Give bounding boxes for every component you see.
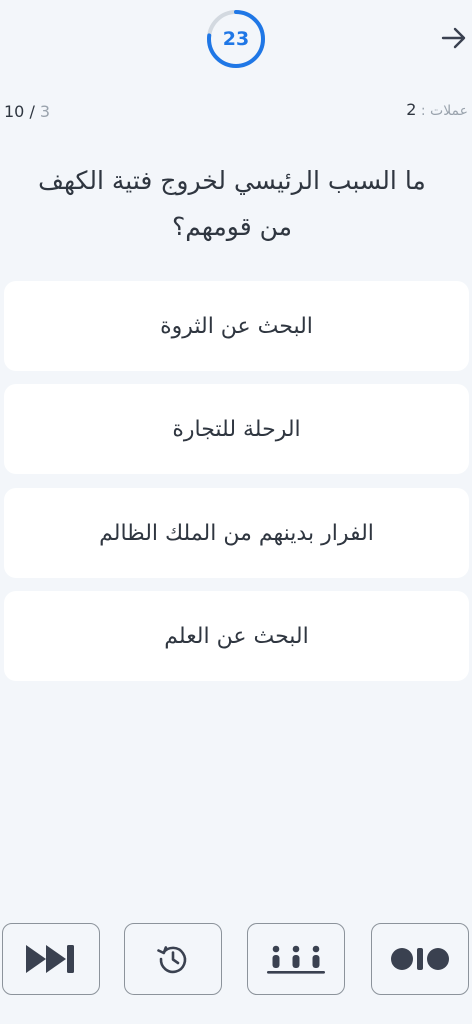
skip-forward-icon — [26, 945, 74, 973]
coins-label: عملات — [430, 103, 468, 119]
coins-separator: : — [416, 103, 431, 119]
skip-question-button[interactable] — [2, 923, 100, 995]
back-button[interactable] — [436, 22, 472, 54]
answer-option-1[interactable]: البحث عن الثروة — [4, 281, 469, 371]
answer-option-3[interactable]: الفرار بدينهم من الملك الظالم — [4, 488, 469, 578]
question-progress: 10 / 3 — [4, 102, 50, 121]
answer-label: الفرار بدينهم من الملك الظالم — [99, 520, 374, 546]
timer-seconds: 23 — [222, 28, 250, 50]
question-text: ما السبب الرئيسي لخروج فتية الكهف من قوم… — [38, 166, 426, 241]
ask-audience-button[interactable] — [247, 923, 345, 995]
fifty-fifty-button[interactable] — [371, 923, 469, 995]
answer-label: الرحلة للتجارة — [172, 416, 301, 442]
extra-time-button[interactable] — [124, 923, 222, 995]
coins-counter: عملات : 2 — [406, 100, 468, 119]
progress-total: 10 — [4, 102, 25, 121]
audience-icon — [267, 945, 325, 974]
progress-separator: / — [24, 102, 40, 121]
answer-label: البحث عن العلم — [164, 623, 309, 649]
arrow-right-icon — [441, 27, 466, 49]
history-icon — [157, 946, 187, 974]
fifty-fifty-icon — [391, 948, 449, 970]
answer-option-4[interactable]: البحث عن العلم — [4, 591, 469, 681]
answer-option-2[interactable]: الرحلة للتجارة — [4, 384, 469, 474]
progress-answered: 3 — [39, 102, 51, 121]
coins-value: 2 — [406, 100, 417, 119]
countdown-timer: 23 — [206, 9, 266, 69]
answer-label: البحث عن الثروة — [160, 313, 313, 339]
